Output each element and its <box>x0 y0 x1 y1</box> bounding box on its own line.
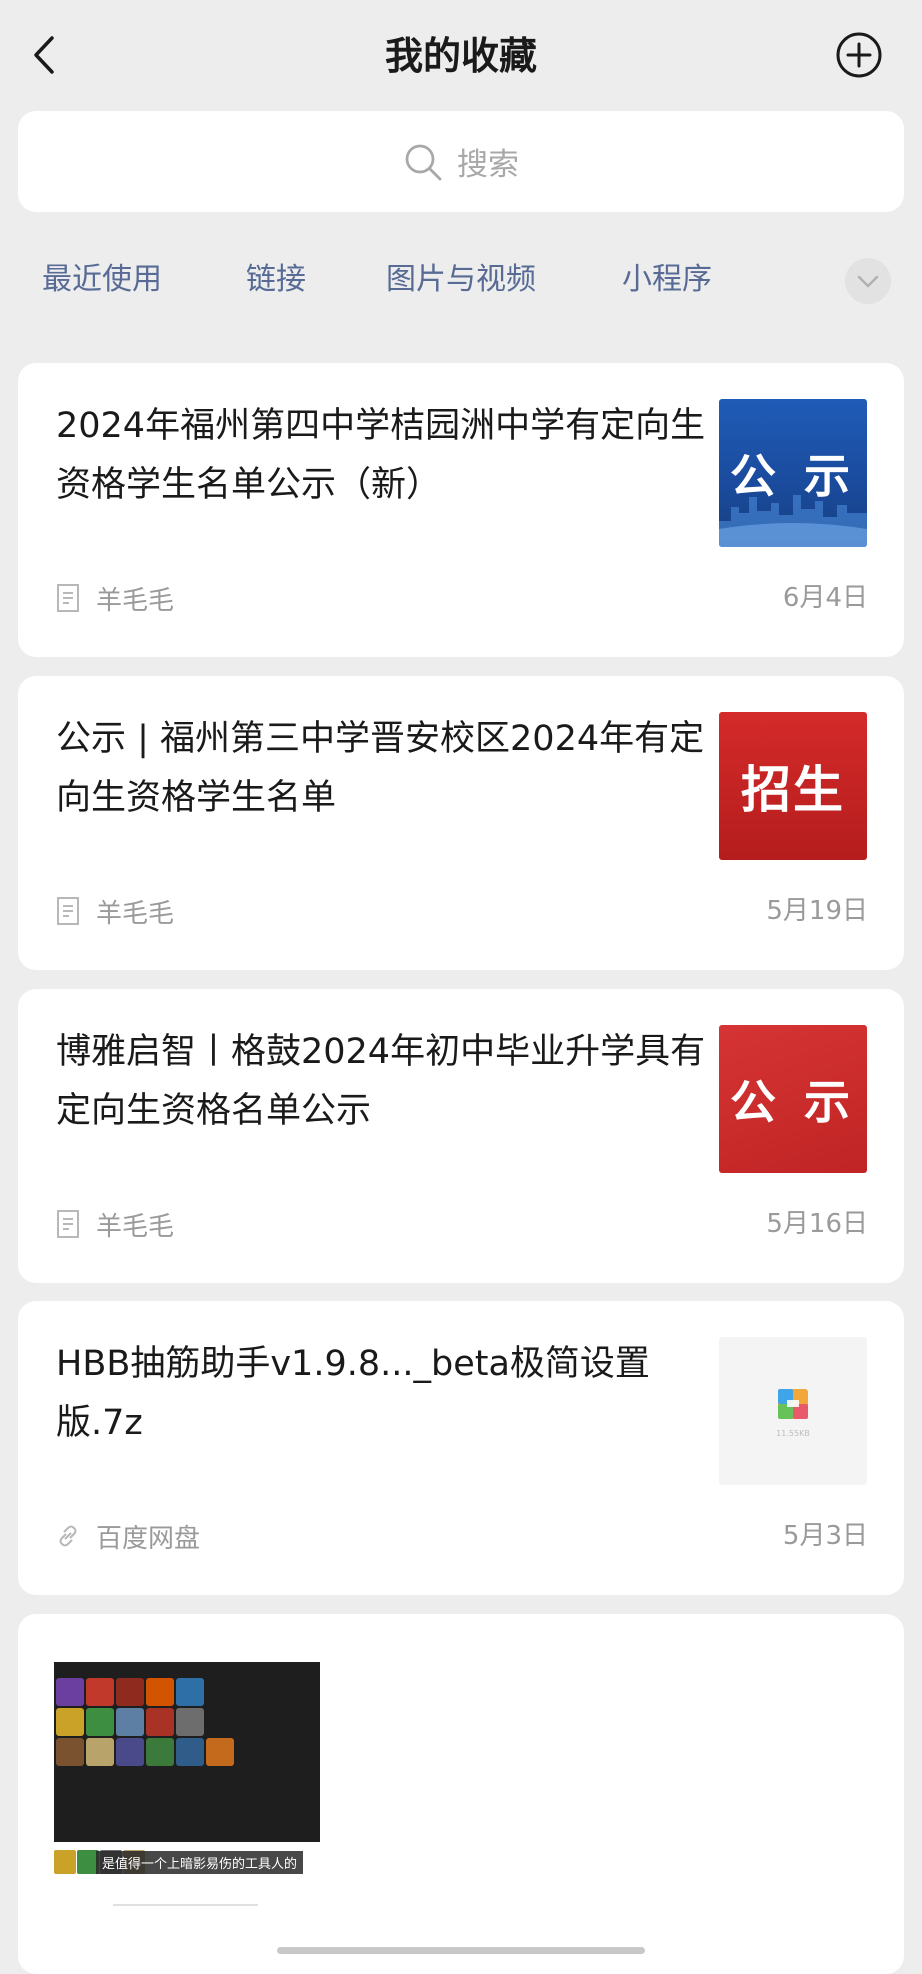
search-icon <box>405 144 442 180</box>
article-icon <box>57 1210 79 1238</box>
item-source: 羊毛毛 <box>56 578 174 618</box>
item-date: 5月16日 <box>766 1209 868 1239</box>
favorite-item[interactable]: HBB抽筋助手v1.9.8..._beta极简设置版.7z 11.55KB 百度… <box>18 1301 904 1595</box>
item-date: 6月4日 <box>782 583 868 613</box>
item-title: HBB抽筋助手v1.9.8..._beta极简设置版.7z <box>56 1344 650 1443</box>
item-date: 5月19日 <box>766 896 868 926</box>
expand-tabs-button[interactable] <box>845 258 891 304</box>
article-icon <box>57 584 79 612</box>
nav-bar: 我的收藏 <box>0 0 922 110</box>
archive-file-icon <box>778 1389 808 1419</box>
favorite-item[interactable]: 2024年福州第四中学桔园洲中学有定向生资格学生名单公示（新） 公 示 羊毛毛 … <box>18 363 904 657</box>
source-name: 羊毛毛 <box>96 898 175 929</box>
thumbnail-text: 公 示 <box>729 449 856 503</box>
item-thumbnail: 11.55KB <box>719 1337 867 1485</box>
favorite-item[interactable]: 博雅启智丨格鼓2024年初中毕业升学具有定向生资格名单公示 公 示 羊毛毛 5月… <box>18 989 904 1283</box>
video-subtitle: 是值得一个上暗影易伤的工具人的 <box>96 1850 304 1874</box>
source-name: 百度网盘 <box>96 1523 201 1554</box>
item-thumbnail: 公 示 <box>719 1025 867 1173</box>
search-placeholder: 搜索 <box>457 147 519 183</box>
tab-recent[interactable]: 最近使用 <box>42 258 162 302</box>
item-thumbnail: 招生 <box>719 712 867 860</box>
tab-mini-programs[interactable]: 小程序 <box>622 258 712 302</box>
add-icon[interactable] <box>834 30 884 80</box>
favorite-item[interactable]: 公示 | 福州第三中学晋安校区2024年有定向生资格学生名单 招生 羊毛毛 5月… <box>18 676 904 970</box>
thumbnail-text: 招生 <box>741 761 845 819</box>
item-title: 公示 | 福州第三中学晋安校区2024年有定向生资格学生名单 <box>56 719 705 818</box>
item-source: 羊毛毛 <box>56 1204 174 1244</box>
file-size: 11.55KB <box>776 1429 810 1438</box>
video-thumbnail <box>54 1662 320 1842</box>
favorite-video-item[interactable]: 是值得一个上暗影易伤的工具人的 <box>18 1614 904 1974</box>
item-thumbnail: 公 示 <box>719 399 867 547</box>
chevron-down-icon <box>857 275 879 288</box>
thumbnail-text: 公 示 <box>729 1075 856 1129</box>
page-title: 我的收藏 <box>384 34 537 78</box>
search-input[interactable]: 搜索 <box>18 111 904 212</box>
item-title: 2024年福州第四中学桔园洲中学有定向生资格学生名单公示（新） <box>56 406 706 505</box>
link-icon <box>59 1525 77 1547</box>
tab-images-videos[interactable]: 图片与视频 <box>386 258 536 302</box>
source-name: 羊毛毛 <box>96 1211 175 1242</box>
article-icon <box>57 897 79 925</box>
item-source: 羊毛毛 <box>56 891 174 931</box>
category-tabs: 最近使用 链接 图片与视频 小程序 <box>0 250 922 310</box>
video-subtitle-row: 是值得一个上暗影易伤的工具人的 <box>54 1844 304 1880</box>
source-name: 羊毛毛 <box>96 585 175 616</box>
tab-links[interactable]: 链接 <box>246 258 306 302</box>
item-source: 百度网盘 <box>56 1516 200 1556</box>
home-indicator <box>277 1947 645 1954</box>
item-date: 5月3日 <box>782 1521 868 1551</box>
divider <box>113 1904 258 1906</box>
item-title: 博雅启智丨格鼓2024年初中毕业升学具有定向生资格名单公示 <box>56 1032 706 1131</box>
